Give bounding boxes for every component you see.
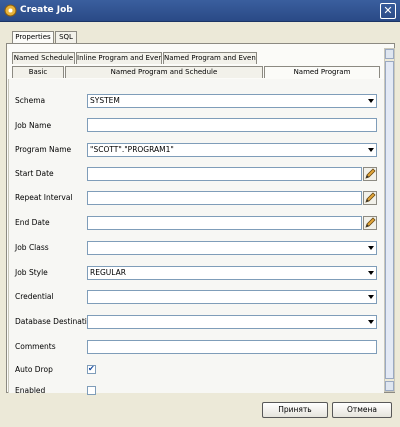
chevron-down-icon	[368, 271, 374, 275]
pencil-icon[interactable]	[363, 167, 377, 181]
job-style-value: REGULAR	[90, 268, 126, 277]
end-date-input[interactable]	[87, 216, 362, 230]
window-titlebar: Create Job ✕	[0, 0, 400, 22]
tab-named-program-and-event[interactable]: Named Program and Event	[163, 52, 257, 64]
vertical-scrollbar[interactable]	[384, 48, 395, 392]
tab-named-schedule[interactable]: Named Schedule	[12, 52, 75, 64]
credential-label: Credential	[15, 292, 54, 301]
pencil-icon[interactable]	[363, 216, 377, 230]
cancel-button[interactable]: Отмена	[332, 402, 392, 418]
auto-drop-checkbox[interactable]: ✔	[87, 364, 96, 374]
schema-value: SYSTEM	[90, 96, 120, 105]
program-name-select[interactable]: "SCOTT"."PROGRAM1"	[87, 143, 377, 157]
tab-inline-program-and-event[interactable]: Inline Program and Event	[76, 52, 162, 64]
job-class-select[interactable]	[87, 241, 377, 255]
program-name-label: Program Name	[15, 145, 72, 154]
job-style-select[interactable]: REGULAR	[87, 266, 377, 280]
program-name-value: "SCOTT"."PROGRAM1"	[90, 145, 174, 154]
chevron-down-icon	[368, 295, 374, 299]
chevron-down-icon	[368, 246, 374, 250]
tab-sql[interactable]: SQL	[55, 31, 77, 43]
window-title: Create Job	[20, 5, 73, 15]
close-button[interactable]: ✕	[380, 3, 396, 19]
repeat-interval-input[interactable]	[87, 191, 362, 205]
scroll-down-icon[interactable]	[385, 381, 394, 391]
chevron-down-icon	[368, 148, 374, 152]
schema-label: Schema	[15, 96, 46, 105]
comments-label: Comments	[15, 342, 56, 351]
database-destination-select[interactable]	[87, 315, 377, 329]
job-name-label: Job Name	[15, 121, 52, 130]
apply-button[interactable]: Принять	[262, 402, 328, 418]
job-name-input[interactable]	[87, 118, 377, 132]
chevron-down-icon	[368, 99, 374, 103]
job-style-label: Job Style	[15, 268, 48, 277]
chevron-down-icon	[368, 320, 374, 324]
end-date-label: End Date	[15, 218, 50, 227]
enabled-checkbox[interactable]	[87, 386, 96, 395]
repeat-interval-label: Repeat Interval	[15, 193, 73, 202]
pencil-icon[interactable]	[363, 191, 377, 205]
checkmark-icon: ✔	[88, 364, 95, 373]
comments-input[interactable]	[87, 340, 377, 354]
app-icon	[4, 4, 17, 17]
scroll-up-icon[interactable]	[385, 49, 394, 59]
tab-basic[interactable]: Basic	[12, 66, 64, 78]
enabled-label: Enabled	[15, 386, 46, 395]
credential-select[interactable]	[87, 290, 377, 304]
database-destination-label: Database Destination	[15, 317, 97, 326]
job-class-label: Job Class	[15, 243, 49, 252]
schema-select[interactable]: SYSTEM	[87, 94, 377, 108]
scroll-thumb[interactable]	[385, 61, 394, 379]
auto-drop-label: Auto Drop	[15, 365, 53, 374]
start-date-label: Start Date	[15, 169, 54, 178]
start-date-input[interactable]	[87, 167, 362, 181]
tab-properties[interactable]: Properties	[12, 31, 54, 43]
tab-named-program[interactable]: Named Program	[264, 66, 380, 78]
tab-named-program-and-schedule[interactable]: Named Program and Schedule	[65, 66, 263, 78]
